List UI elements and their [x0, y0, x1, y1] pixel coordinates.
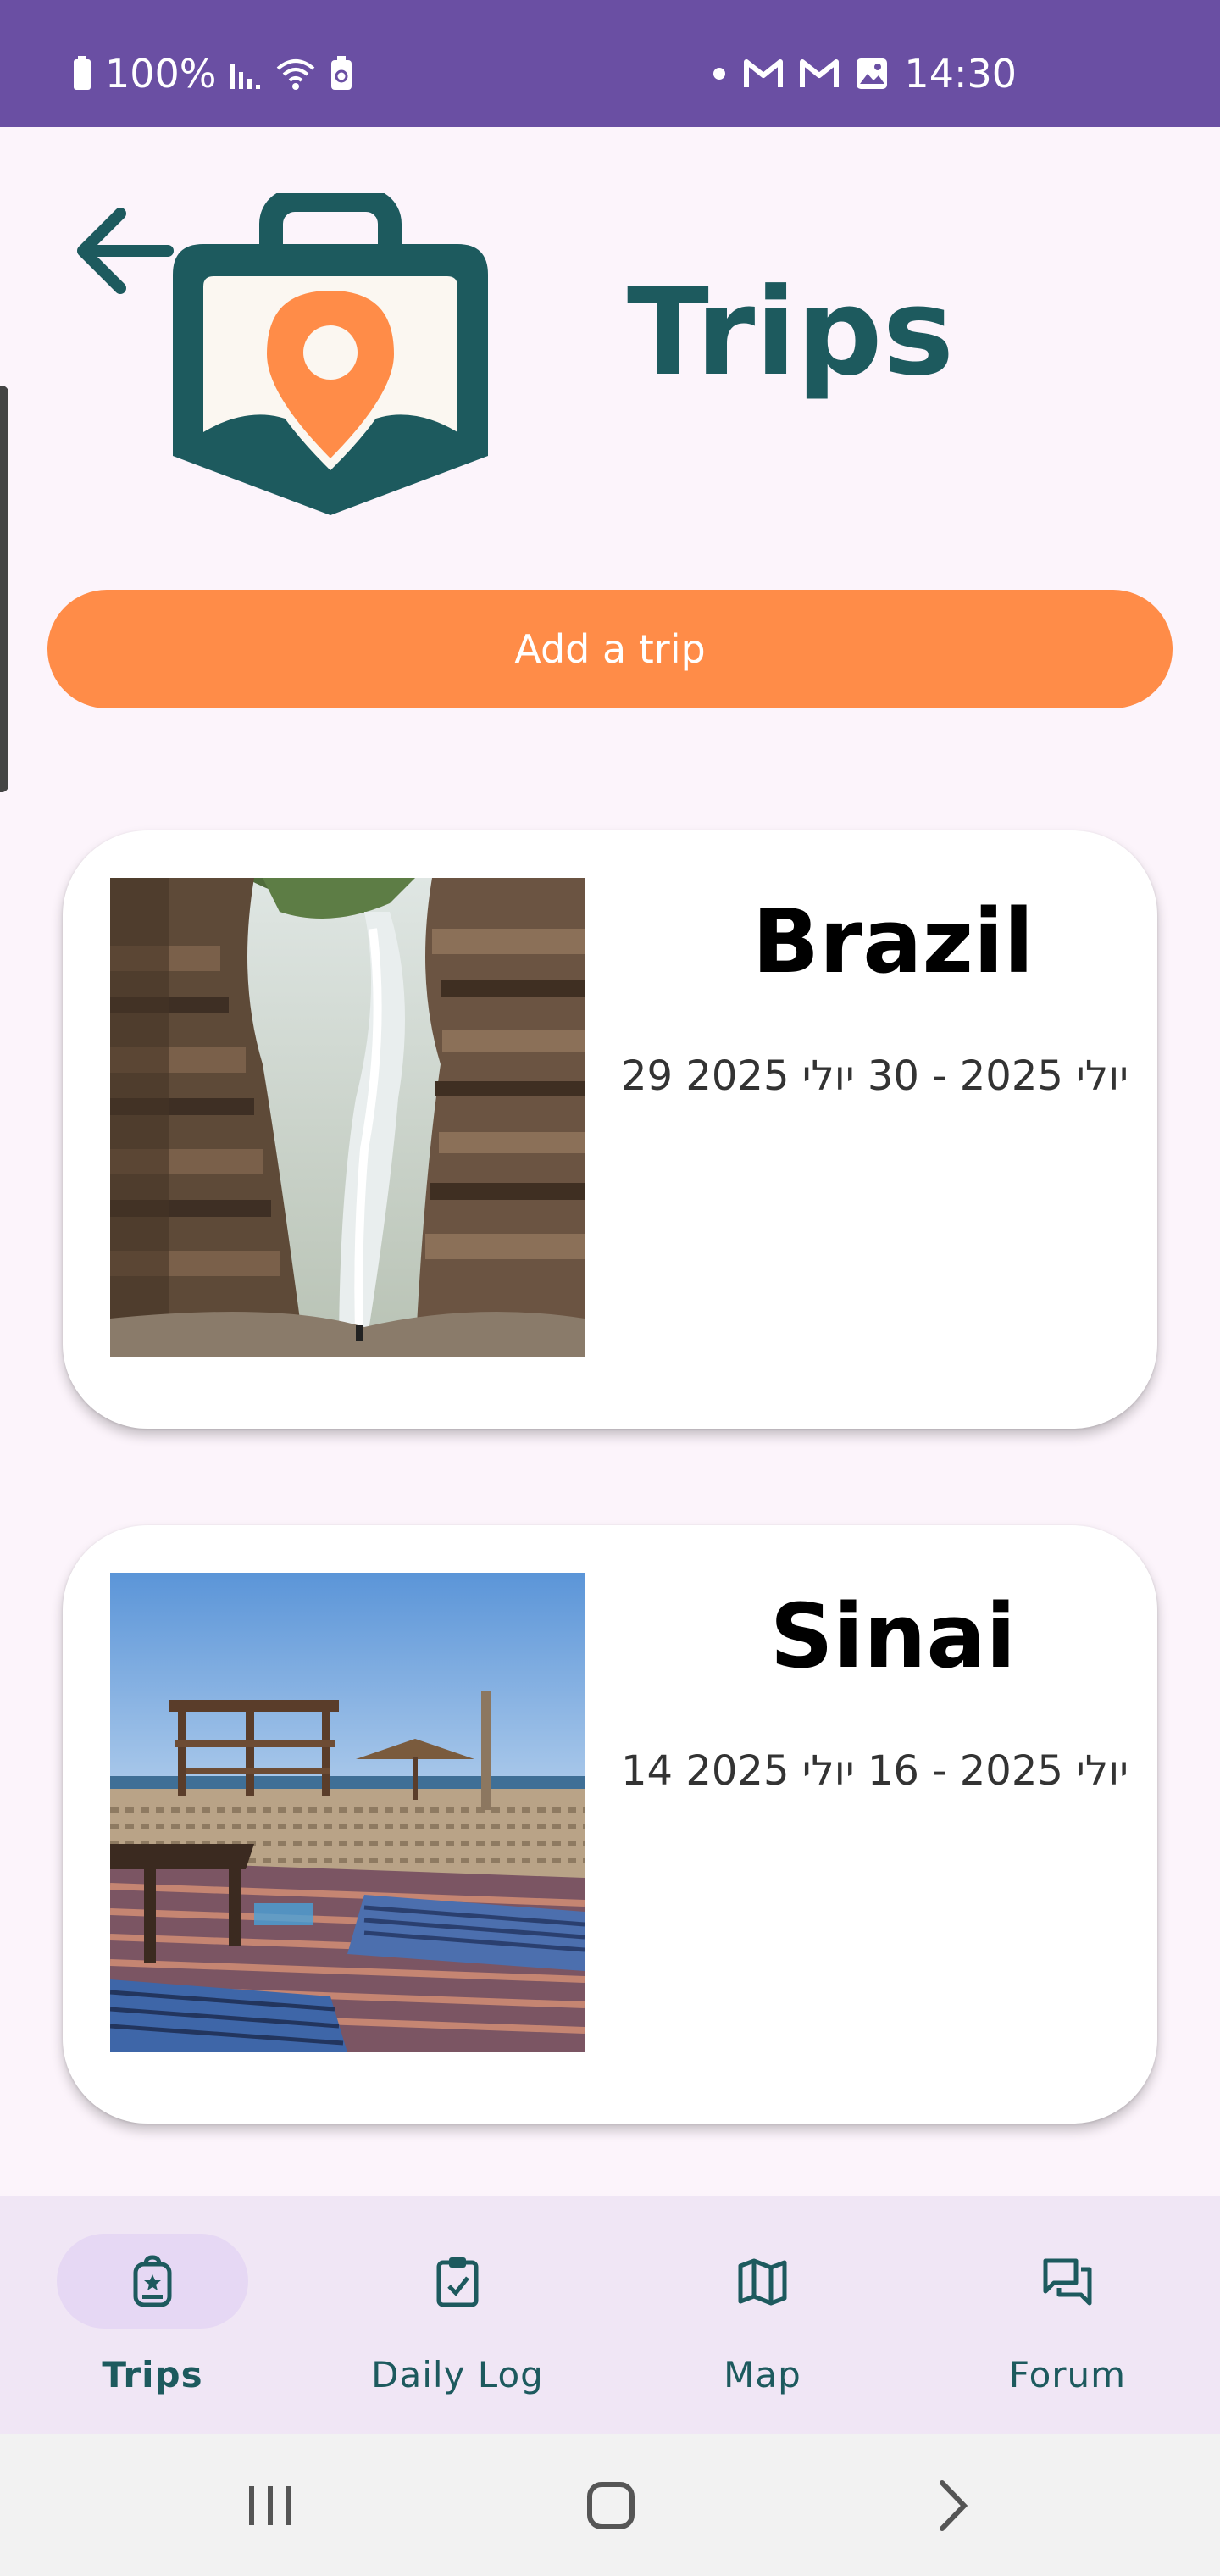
battery-percent: 100%	[105, 51, 217, 97]
nav-label: Trips	[102, 2354, 203, 2396]
nav-label: Map	[724, 2354, 801, 2396]
nav-item-forum[interactable]: Forum	[915, 2196, 1220, 2434]
nav-item-trips[interactable]: Trips	[0, 2196, 305, 2434]
status-left: 100%	[71, 51, 354, 97]
bottom-navigation: Trips Daily Log Map Forum	[0, 2196, 1220, 2434]
beach-camp-photo	[110, 1573, 585, 2052]
clock: 14:30	[904, 51, 1017, 97]
battery-icon	[71, 56, 93, 92]
nav-item-daily-log[interactable]: Daily Log	[305, 2196, 610, 2434]
status-right: 14:30	[711, 51, 1017, 97]
gallery-icon	[855, 57, 889, 91]
forum-icon	[1043, 2258, 1092, 2306]
page-title: Trips	[627, 263, 955, 402]
trip-card-brazil[interactable]: Brazil 29 יולי 2025 - 30 יולי 2025	[63, 830, 1157, 1429]
map-icon	[738, 2258, 787, 2306]
back-system-button[interactable]	[915, 2468, 991, 2544]
clipboard-check-icon	[436, 2257, 479, 2307]
nav-label: Daily Log	[371, 2354, 544, 2396]
signal-icon	[229, 57, 263, 91]
home-button[interactable]	[573, 2468, 649, 2544]
trip-dates: 14 יולי 2025 - 16 יולי 2025	[620, 1747, 1128, 1795]
edge-panel-handle[interactable]	[0, 386, 8, 792]
nav-item-map[interactable]: Map	[610, 2196, 915, 2434]
arrow-left-icon	[77, 208, 174, 294]
status-bar: 100% 14:30	[0, 0, 1220, 127]
trip-name: Brazil	[751, 890, 1034, 993]
system-navigation-bar	[0, 2434, 1220, 2576]
recents-button[interactable]	[232, 2468, 308, 2544]
back-button[interactable]	[68, 195, 178, 305]
gmail-icon	[743, 58, 784, 89]
add-trip-button[interactable]: Add a trip	[47, 590, 1173, 708]
gmail-icon	[799, 58, 840, 89]
dot-icon	[711, 65, 728, 82]
trip-card-sinai[interactable]: Sinai 14 יולי 2025 - 16 יולי 2025	[63, 1525, 1157, 2124]
waterfall-photo	[110, 878, 585, 1357]
suitcase-map-pin-logo	[169, 188, 491, 532]
wifi-icon	[274, 57, 317, 91]
backpack-icon	[133, 2255, 172, 2307]
trip-name: Sinai	[769, 1585, 1017, 1688]
home-icon	[587, 2482, 635, 2529]
recents-icon	[249, 2486, 291, 2525]
battery-saver-icon	[329, 56, 354, 92]
nav-label: Forum	[1008, 2354, 1127, 2396]
trip-dates: 29 יולי 2025 - 30 יולי 2025	[620, 1052, 1128, 1100]
back-chevron-icon	[940, 2480, 968, 2531]
